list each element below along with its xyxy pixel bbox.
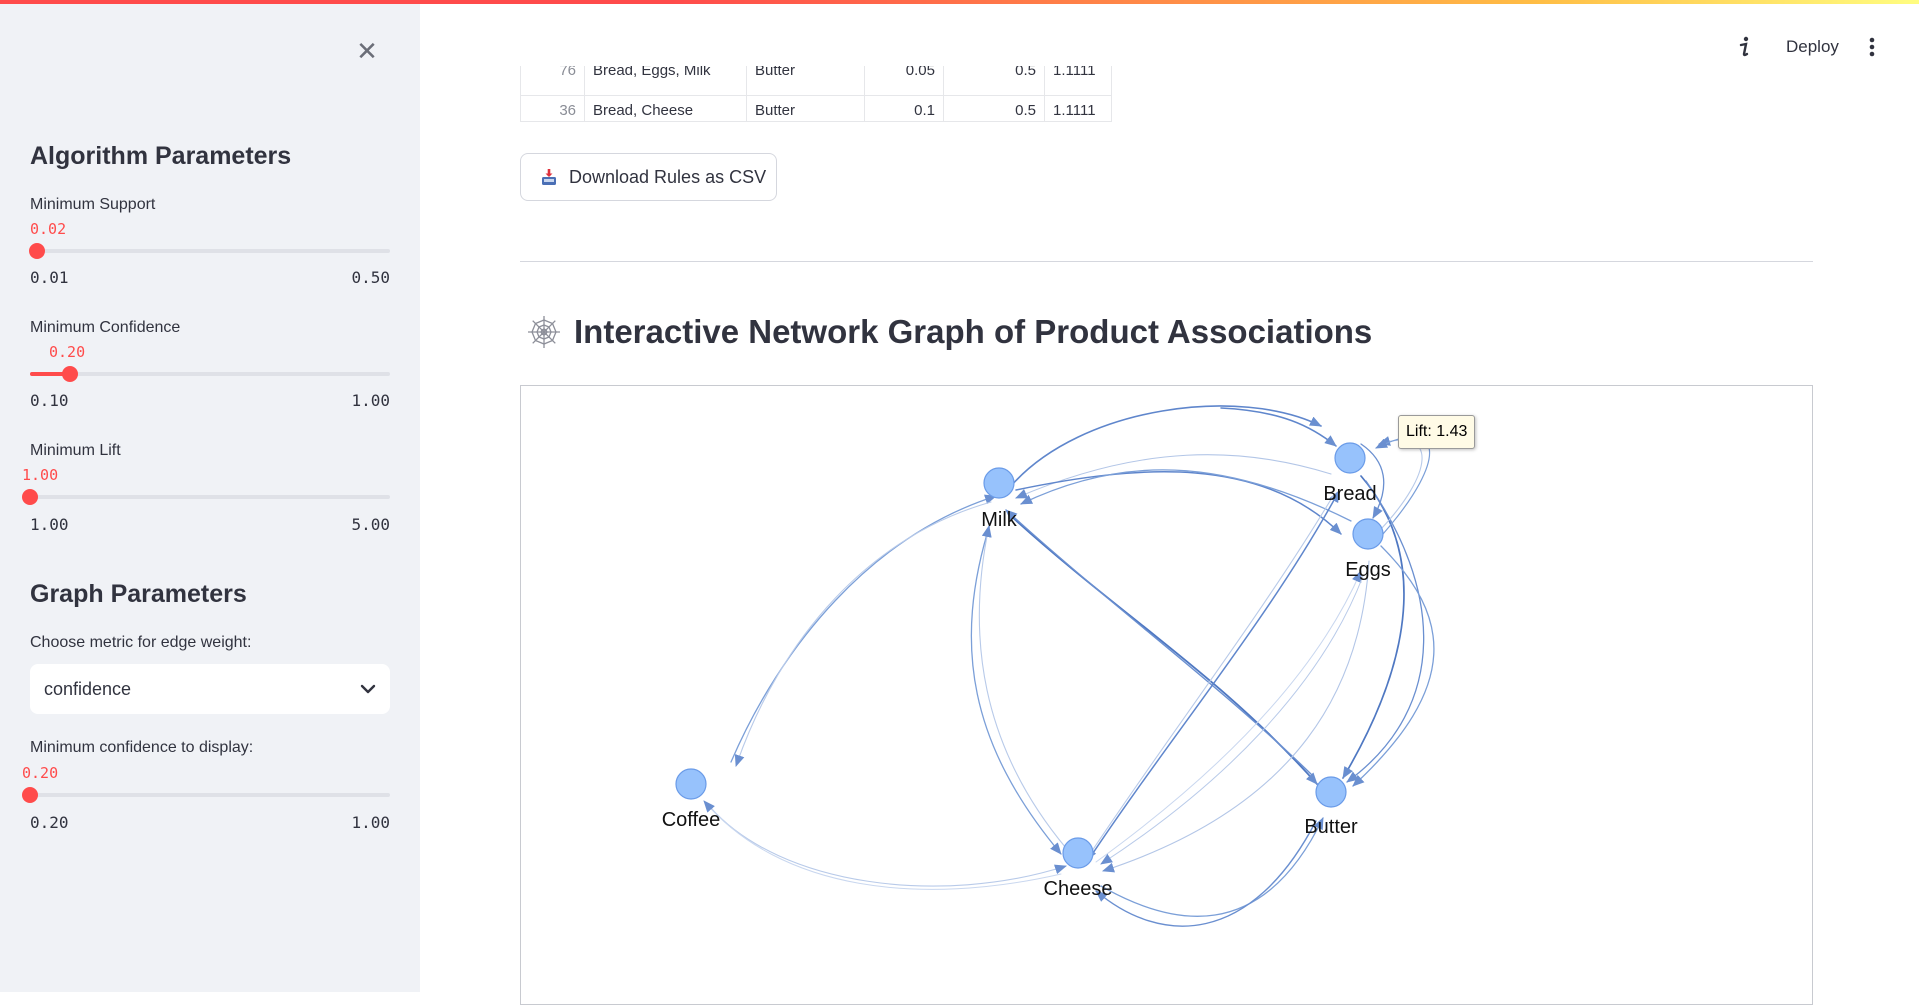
- min-lift-slider[interactable]: [22, 489, 390, 505]
- lift-cell: 1.1111: [1053, 66, 1096, 79]
- close-sidebar-icon[interactable]: ✕: [352, 36, 382, 66]
- min-support-value: 0.02: [30, 220, 67, 238]
- graph-node-bread[interactable]: [1334, 442, 1366, 474]
- min-confidence-max: 1.00: [351, 391, 390, 410]
- edge[interactable]: [1378, 436, 1423, 530]
- table-row: 76 Bread, Eggs, Milk Butter 0.05 0.5 1.1…: [521, 66, 1111, 96]
- min-support-thumb[interactable]: [29, 243, 46, 259]
- min-confidence-slider[interactable]: [30, 366, 390, 382]
- deploy-button[interactable]: Deploy: [1786, 37, 1839, 57]
- min-display-max: 1.00: [351, 813, 390, 832]
- network-graph-svg[interactable]: Milk Bread Eggs Coffee Butter Cheese: [521, 386, 1814, 1006]
- edge-metric-selected-value: confidence: [44, 678, 132, 699]
- min-display-min: 0.20: [30, 813, 69, 832]
- network-graph-title: Interactive Network Graph of Product Ass…: [574, 313, 1373, 350]
- edge[interactable]: [1010, 405, 1322, 487]
- edge[interactable]: [1010, 515, 1318, 785]
- consequents-cell: Butter: [747, 66, 865, 95]
- support-cell: 0.1: [865, 96, 944, 121]
- edge[interactable]: [1015, 454, 1332, 499]
- edge[interactable]: [730, 494, 997, 763]
- edge[interactable]: [1015, 471, 1342, 535]
- graph-node-label: Milk: [981, 509, 1018, 531]
- min-support-max: 0.50: [351, 268, 390, 287]
- graph-node-label: Eggs: [1345, 559, 1391, 581]
- min-confidence-thumb[interactable]: [61, 366, 78, 382]
- min-lift-min: 1.00: [30, 515, 69, 534]
- graph-node-label: Butter: [1304, 816, 1358, 838]
- inbox-tray-icon: [542, 169, 556, 185]
- antecedents-cell: Bread, Cheese: [585, 96, 747, 121]
- edge[interactable]: [1005, 509, 1314, 777]
- graph-node-label: Coffee: [662, 809, 721, 831]
- graph-node-butter[interactable]: [1315, 776, 1347, 808]
- graph-node-milk[interactable]: [983, 467, 1015, 499]
- info-icon[interactable]: [1738, 36, 1752, 58]
- row-index: 76: [521, 66, 585, 95]
- download-csv-label: Download Rules as CSV: [569, 166, 767, 187]
- min-display-label: Minimum confidence to display:: [30, 739, 254, 756]
- table-row: 36 Bread, Cheese Butter 0.1 0.5 1.1111: [521, 96, 1111, 121]
- min-lift-value: 1.00: [22, 466, 59, 484]
- min-display-slider[interactable]: [22, 787, 390, 803]
- main-content: Deploy 76 Bread, Eggs, Milk Butter 0.05 …: [420, 0, 1919, 1005]
- min-support-min: 0.01: [30, 268, 69, 287]
- rules-table[interactable]: 76 Bread, Eggs, Milk Butter 0.05 0.5 1.1…: [520, 66, 1112, 122]
- graph-node-eggs[interactable]: [1352, 518, 1384, 550]
- confidence-cell: 0.5: [944, 96, 1045, 121]
- edge[interactable]: [734, 501, 992, 767]
- edge-metric-select[interactable]: confidence: [30, 664, 390, 714]
- edge[interactable]: [710, 807, 1067, 887]
- network-graph-canvas[interactable]: Milk Bread Eggs Coffee Butter Cheese: [520, 385, 1813, 1005]
- min-support-slider[interactable]: [29, 243, 390, 259]
- graph-node-coffee[interactable]: [675, 768, 707, 800]
- divider: [520, 261, 1813, 262]
- graph-node-cheese[interactable]: [1062, 837, 1094, 869]
- edge[interactable]: [1095, 820, 1317, 927]
- min-lift-thumb[interactable]: [22, 489, 38, 505]
- min-confidence-min: 0.10: [30, 391, 69, 410]
- top-decoration-bar: [0, 0, 1919, 4]
- edge[interactable]: [978, 525, 1067, 849]
- edge-tooltip: Lift: 1.43: [1398, 415, 1476, 449]
- download-csv-button[interactable]: Download Rules as CSV: [520, 153, 777, 201]
- lift-cell: 1.1111: [1053, 102, 1096, 119]
- support-cell: 0.05: [865, 66, 944, 95]
- main-menu-icon[interactable]: [1869, 37, 1875, 57]
- min-display-thumb[interactable]: [22, 787, 38, 803]
- algorithm-parameters-heading: Algorithm Parameters: [30, 142, 292, 170]
- graph-node-label: Cheese: [1044, 878, 1113, 900]
- min-confidence-value: 0.20: [49, 343, 86, 361]
- edge[interactable]: [970, 520, 1062, 855]
- row-index: 36: [521, 96, 585, 121]
- graph-parameters-heading: Graph Parameters: [30, 580, 247, 608]
- min-confidence-label: Minimum Confidence: [30, 319, 181, 336]
- consequents-cell: Butter: [747, 96, 865, 121]
- chevron-down-icon: [360, 684, 376, 694]
- sidebar: ✕ Algorithm Parameters Minimum Support 0…: [0, 0, 420, 992]
- graph-node-label: Bread: [1323, 483, 1376, 505]
- edge[interactable]: [1220, 407, 1337, 447]
- min-lift-label: Minimum Lift: [30, 442, 121, 459]
- edge-metric-label: Choose metric for edge weight:: [30, 634, 252, 651]
- confidence-cell: 0.5: [944, 66, 1045, 95]
- min-display-value: 0.20: [22, 764, 59, 782]
- spider-web-icon: [528, 316, 560, 348]
- min-support-label: Minimum Support: [30, 196, 156, 213]
- min-lift-max: 5.00: [351, 515, 390, 534]
- antecedents-cell: Bread, Eggs, Milk: [585, 66, 747, 95]
